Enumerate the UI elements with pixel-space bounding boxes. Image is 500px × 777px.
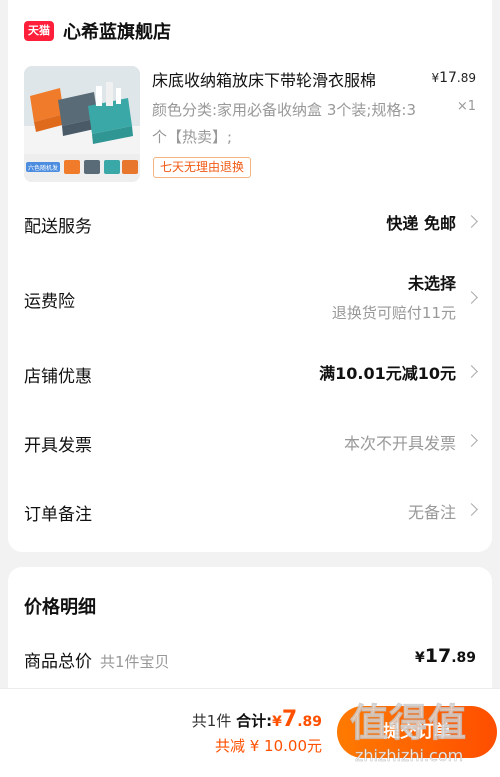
price-detail-card: 价格明细 商品总价 共1件宝贝 ¥17.89 <box>8 567 492 707</box>
total-discount: 共减 ¥ 10.00元 <box>214 737 322 755</box>
item-count: 共1件宝贝 <box>100 653 170 671</box>
shop-name[interactable]: 心希蓝旗舰店 <box>63 18 171 44</box>
order-card: 天猫 心希蓝旗舰店 六色随机发 床底收纳箱放床下带轮滑衣服棉 ¥17.89 颜色… <box>8 0 492 552</box>
shipping-insurance-row[interactable]: 运费险 未选择 退换货可赔付11元 <box>24 270 478 328</box>
product-sku[interactable]: 颜色分类:家用必备收纳盒 3个装;规格:3个【热卖】; <box>152 97 422 151</box>
product-image[interactable]: 六色随机发 <box>24 66 140 182</box>
goods-total-label: 商品总价 共1件宝贝 <box>24 652 170 672</box>
delivery-service-row[interactable]: 配送服务 快递 免邮 <box>24 208 478 238</box>
row-value: 无备注 <box>407 503 456 522</box>
product-price: ¥17.89 <box>431 70 476 86</box>
product-quantity: ×1 <box>456 99 476 114</box>
chevron-right-icon <box>465 365 478 378</box>
order-note-row[interactable]: 订单备注 无备注 <box>24 496 478 526</box>
row-value: 未选择 <box>407 274 456 293</box>
row-label: 订单备注 <box>24 505 92 525</box>
image-tag: 六色随机发 <box>28 164 58 172</box>
row-value: 本次不开具发票 <box>343 434 456 453</box>
storage-baskets-image: 六色随机发 <box>24 66 140 182</box>
order-total: 共1件 合计:¥7.89 <box>192 707 322 732</box>
chevron-right-icon <box>465 291 478 304</box>
product-title[interactable]: 床底收纳箱放床下带轮滑衣服棉 <box>152 67 420 91</box>
total-count: 共1件 <box>191 712 232 730</box>
row-label: 配送服务 <box>24 217 92 237</box>
row-label: 店铺优惠 <box>24 367 92 387</box>
price-detail-title: 价格明细 <box>24 597 96 618</box>
chevron-right-icon <box>465 215 478 228</box>
chevron-right-icon <box>465 503 478 516</box>
goods-total-value: ¥17.89 <box>414 645 476 667</box>
total-label: 合计: <box>236 712 273 730</box>
watermark-logo: 值得值 <box>349 701 468 746</box>
store-discount-row[interactable]: 店铺优惠 满10.01元减10元 <box>24 358 478 388</box>
watermark-url: zhizhizhi.com <box>355 746 464 766</box>
row-label: 开具发票 <box>24 436 92 456</box>
invoice-row[interactable]: 开具发票 本次不开具发票 <box>24 427 478 457</box>
tmall-badge: 天猫 <box>24 21 54 41</box>
total-amount: ¥7.89 <box>272 707 322 732</box>
chevron-right-icon <box>465 434 478 447</box>
row-subtext: 退换货可赔付11元 <box>331 304 456 322</box>
return-policy-tag: 七天无理由退换 <box>153 157 252 178</box>
shop-header[interactable]: 天猫 心希蓝旗舰店 <box>24 19 171 43</box>
row-value: 快递 免邮 <box>386 214 456 233</box>
row-label: 运费险 <box>24 292 75 312</box>
row-value: 满10.01元减10元 <box>319 364 456 383</box>
